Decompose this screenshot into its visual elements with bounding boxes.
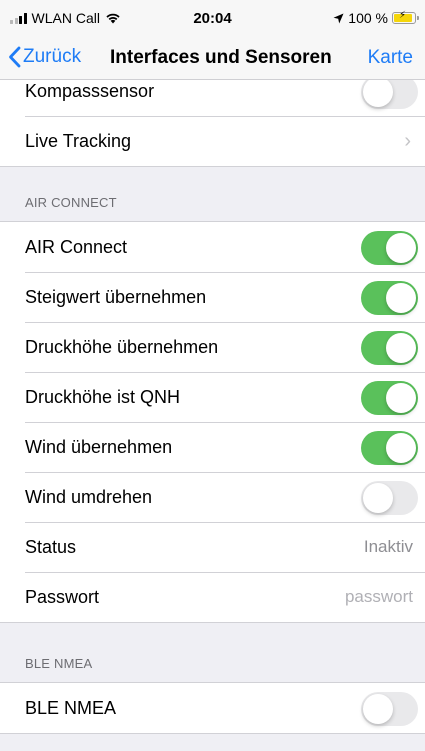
- chevron-left-icon: [9, 46, 21, 68]
- status-right: 100 % ⚡: [333, 10, 419, 26]
- wind-uebernehmen-row: Wind übernehmen: [0, 422, 425, 472]
- live-tracking-label: Live Tracking: [25, 130, 132, 151]
- ble-nmea-header-label: BLE NMEA: [25, 656, 93, 671]
- wind-umdrehen-row: Wind umdrehen: [0, 472, 425, 522]
- wind-umdrehen-toggle[interactable]: [361, 481, 418, 515]
- druckhoehe-qnh-row: Druckhöhe ist QNH: [0, 372, 425, 422]
- air-connect-header-label: AIR CONNECT: [25, 195, 117, 210]
- status-row: Status Inaktiv: [0, 522, 425, 572]
- settings-list[interactable]: Kompasssensor Live Tracking › AIR CONNEC…: [0, 80, 425, 751]
- kompasssensor-row: Kompasssensor: [0, 80, 425, 116]
- kompasssensor-toggle[interactable]: [361, 80, 418, 109]
- status-bar: WLAN Call 20:04 100 % ⚡: [0, 0, 425, 36]
- map-button[interactable]: Karte: [368, 47, 413, 69]
- location-arrow-icon: [333, 13, 344, 23]
- live-tracking-row[interactable]: Live Tracking ›: [0, 116, 425, 166]
- battery-icon: ⚡: [392, 10, 419, 24]
- chevron-right-icon: ›: [404, 129, 411, 152]
- air-connect-toggle[interactable]: [361, 231, 418, 265]
- druckhoehe-toggle[interactable]: [361, 331, 418, 365]
- page-title: Interfaces und Sensoren: [110, 47, 332, 68]
- status-value: Inaktiv: [363, 537, 413, 556]
- ble-nmea-header: BLE NMEA: [0, 656, 425, 671]
- air-connect-row: AIR Connect: [0, 222, 425, 272]
- top-group: Kompasssensor Live Tracking ›: [0, 80, 425, 167]
- air-connect-header: AIR CONNECT: [0, 195, 425, 210]
- passwort-row[interactable]: Passwort passwort: [0, 572, 425, 622]
- back-button-label: Zurück: [23, 46, 82, 67]
- ble-nmea-toggle[interactable]: [361, 692, 418, 726]
- steigwert-toggle[interactable]: [361, 281, 418, 315]
- steigwert-row: Steigwert übernehmen: [0, 272, 425, 322]
- wind-uebernehmen-toggle[interactable]: [361, 431, 418, 465]
- navigation-bar: Zurück Interfaces und Sensoren Karte: [0, 36, 425, 80]
- back-button[interactable]: Zurück: [8, 46, 81, 68]
- charging-bolt-icon: ⚡: [399, 10, 407, 21]
- air-connect-group: AIR Connect Steigwert übernehmen Druckhö…: [0, 221, 425, 623]
- battery-percentage: 100 %: [348, 10, 388, 26]
- ble-nmea-group: BLE NMEA: [0, 682, 425, 734]
- ble-nmea-row: BLE NMEA: [0, 683, 425, 733]
- passwort-field[interactable]: passwort: [345, 587, 413, 607]
- druckhoehe-row: Druckhöhe übernehmen: [0, 322, 425, 372]
- druckhoehe-qnh-toggle[interactable]: [361, 381, 418, 415]
